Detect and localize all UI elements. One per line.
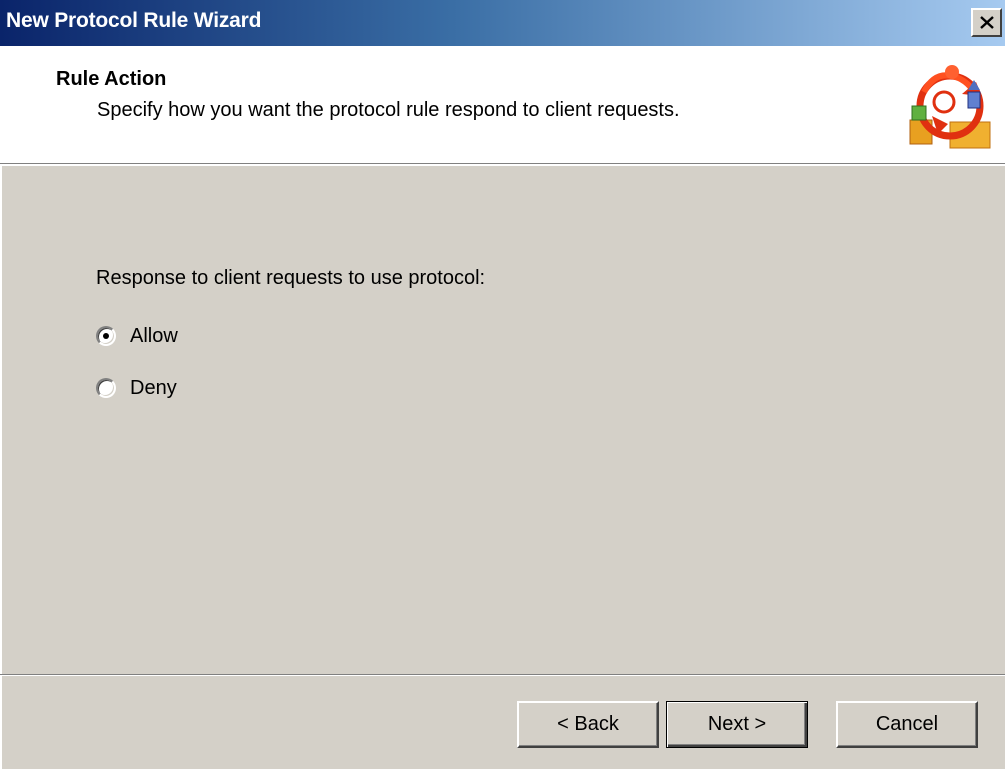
back-button[interactable]: < Back — [517, 701, 659, 748]
radio-selected-dot — [103, 333, 109, 339]
deny-radio-button[interactable] — [96, 378, 116, 398]
deny-radio-label[interactable]: Deny — [130, 377, 177, 400]
protocol-rule-wizard-icon — [909, 65, 991, 149]
close-button[interactable] — [971, 8, 1002, 37]
window-edge — [0, 164, 2, 769]
next-button[interactable]: Next > — [666, 701, 808, 748]
footer-separator — [0, 674, 1005, 676]
wizard-header: Rule Action Specify how you want the pro… — [0, 46, 1005, 166]
page-title: Rule Action — [56, 68, 167, 90]
allow-radio-option[interactable]: Allow — [96, 322, 178, 350]
allow-radio-button[interactable] — [96, 326, 116, 346]
deny-radio-option[interactable]: Deny — [96, 374, 177, 402]
cancel-button[interactable]: Cancel — [836, 701, 978, 748]
wizard-window: New Protocol Rule Wizard Rule Action Spe… — [0, 0, 1005, 769]
page-subtitle: Specify how you want the protocol rule r… — [97, 99, 680, 121]
allow-radio-label[interactable]: Allow — [130, 325, 178, 348]
window-title: New Protocol Rule Wizard — [6, 9, 262, 32]
response-prompt-label: Response to client requests to use proto… — [96, 267, 486, 289]
close-icon — [980, 16, 994, 29]
title-bar[interactable]: New Protocol Rule Wizard — [0, 0, 1005, 46]
